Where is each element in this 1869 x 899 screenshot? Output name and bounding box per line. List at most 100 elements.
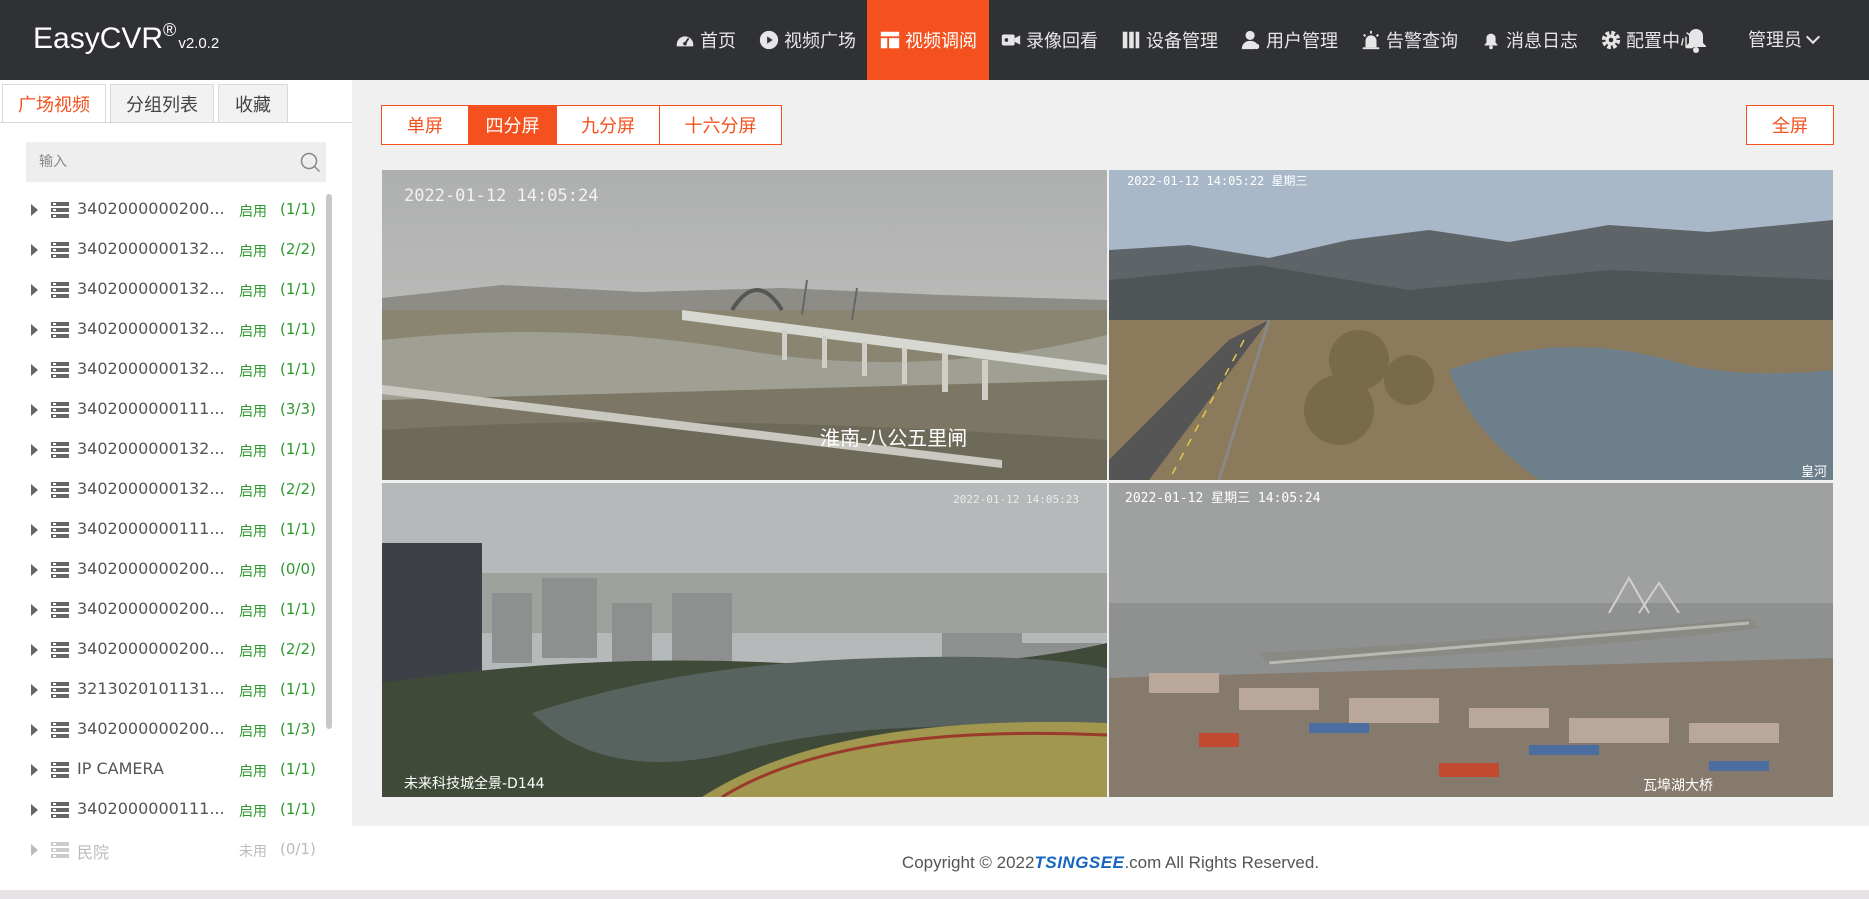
tree-node-status: 启用 — [239, 524, 267, 540]
tab-favorites[interactable]: 收藏 — [218, 84, 288, 122]
tree-node[interactable]: 3213020101131... 启用 (1/1) — [0, 670, 330, 710]
gear-icon — [1601, 30, 1621, 50]
tree-node-count: (1/1) — [280, 800, 316, 818]
video-caption: 瓦埠湖大桥 — [1643, 778, 1713, 794]
split-four-button[interactable]: 四分屏 — [468, 105, 557, 145]
tree-node-count: (2/2) — [280, 240, 316, 258]
tree-node[interactable]: 3402000000200... 启用 (2/2) — [0, 630, 330, 670]
tree-node-count: (0/1) — [280, 840, 316, 858]
caret-right-icon[interactable] — [31, 684, 38, 696]
caret-right-icon[interactable] — [31, 764, 38, 776]
nvr-device-icon — [51, 362, 69, 378]
sidebar: 广场视频 分组列表 收藏 3402000000200...启用(1/1)3402… — [0, 80, 352, 899]
tree-node-label: IP CAMERA — [77, 759, 164, 778]
user-menu[interactable]: 管理员 — [1748, 26, 1821, 52]
tree-node[interactable]: 3402000000200... 启用 (1/1) — [0, 590, 330, 630]
footer-company-logo[interactable]: TSINGSEE — [1034, 853, 1124, 873]
tree-node[interactable]: 3402000000111... 启用 (1/1) — [0, 510, 330, 550]
tree-node-label: 3402000000132... — [77, 359, 225, 378]
split-sixteen-button[interactable]: 十六分屏 — [659, 105, 782, 145]
caret-right-icon[interactable] — [31, 644, 38, 656]
video-player-1[interactable]: 2022-01-12 14:05:24 淮南-八公五里闸 — [382, 170, 1107, 480]
nav-item-message-log[interactable]: 消息日志 — [1469, 0, 1589, 80]
tree-node-count: (1/1) — [280, 440, 316, 458]
tree-node[interactable]: 3402000000132... 启用 (1/1) — [0, 270, 330, 310]
tree-node[interactable]: 3402000000111... 启用 (3/3) — [0, 390, 330, 430]
split-single-button[interactable]: 单屏 — [381, 105, 469, 145]
tree-node-status: 启用 — [239, 564, 267, 580]
nvr-device-icon — [51, 322, 69, 338]
tree-node-status: 启用 — [239, 244, 267, 260]
video-player-4[interactable]: 2022-01-12 星期三 14:05:24 瓦埠湖大桥 — [1109, 483, 1833, 797]
tree-node-label: 3402000000200... — [77, 599, 225, 618]
nvr-device-icon — [51, 402, 69, 418]
tree-node-label: 3402000000111... — [77, 519, 225, 538]
tree-node[interactable]: IP CAMERA 启用 (1/1) — [0, 750, 330, 790]
search-input[interactable] — [39, 154, 289, 170]
tree-node-label: 3402000000132... — [77, 279, 225, 298]
tree-node-count: (2/2) — [280, 480, 316, 498]
tree-node[interactable]: 3402000000200... 启用 (1/3) — [0, 710, 330, 750]
tree-node-count: (3/3) — [280, 400, 316, 418]
tree-node-label: 3402000000111... — [77, 799, 225, 818]
caret-right-icon[interactable] — [31, 484, 38, 496]
tree-node-count: (1/1) — [280, 760, 316, 778]
split-nine-button[interactable]: 九分屏 — [556, 105, 660, 145]
tree-node[interactable]: 3402000000132... 启用 (2/2) — [0, 230, 330, 270]
footer-prefix: Copyright © 2022 — [901, 852, 1035, 872]
nvr-device-icon — [51, 642, 69, 658]
nav-item-alarm-query[interactable]: 告警查询 — [1349, 0, 1469, 80]
tree-node[interactable]: 3402000000200... 启用 (1/1) — [0, 190, 330, 230]
nav-item-video-view[interactable]: 视频调阅 — [867, 0, 989, 80]
tree-node-status: 未用 — [239, 844, 267, 860]
nav-item-video-square[interactable]: 视频广场 — [747, 0, 867, 80]
nav-item-user-mgmt[interactable]: 用户管理 — [1229, 0, 1349, 80]
tree-node[interactable]: 3402000000111... 启用 (1/1) — [0, 790, 330, 830]
notification-bell-icon[interactable] — [1682, 24, 1710, 54]
tree-node[interactable]: 3402000000200... 启用 (0/0) — [0, 550, 330, 590]
nvr-device-icon — [51, 802, 69, 818]
bottom-strip — [0, 890, 1869, 899]
nvr-device-icon — [51, 682, 69, 698]
tab-divider — [0, 122, 352, 123]
brand-version: v2.0.2 — [178, 35, 220, 52]
nav-item-label: 视频广场 — [784, 31, 856, 52]
nav-item-device-mgmt[interactable]: 设备管理 — [1109, 0, 1229, 80]
caret-right-icon[interactable] — [31, 404, 38, 416]
nav-item-label: 用户管理 — [1266, 31, 1338, 52]
nav-item-home[interactable]: 首页 — [663, 0, 747, 80]
tab-group-list[interactable]: 分组列表 — [110, 84, 214, 122]
tree-node-status: 启用 — [239, 204, 267, 220]
caret-right-icon[interactable] — [31, 524, 38, 536]
brand-logo[interactable]: EasyCVR®v2.0.2 — [33, 20, 220, 56]
video-player-3[interactable]: 2022-01-12 14:05:23 未来科技城全景-D144 — [382, 483, 1107, 797]
caret-right-icon[interactable] — [31, 204, 38, 216]
caret-right-icon[interactable] — [31, 604, 38, 616]
tree-node-label: 3402000000200... — [77, 199, 225, 218]
sidebar-scrollbar[interactable] — [326, 194, 332, 729]
caret-right-icon[interactable] — [31, 444, 38, 456]
caret-right-icon[interactable] — [31, 244, 38, 256]
caret-right-icon[interactable] — [31, 804, 38, 816]
tree-node[interactable]: 民院 未用 (0/1) — [0, 830, 330, 870]
tree-node-label: 3402000000132... — [77, 319, 225, 338]
caret-right-icon[interactable] — [31, 724, 38, 736]
caret-right-icon[interactable] — [31, 364, 38, 376]
caret-right-icon[interactable] — [31, 844, 38, 856]
tree-node[interactable]: 3402000000132... 启用 (1/1) — [0, 350, 330, 390]
caret-right-icon[interactable] — [31, 284, 38, 296]
tree-node-status: 启用 — [239, 644, 267, 660]
tree-node[interactable]: 3402000000132... 启用 (1/1) — [0, 310, 330, 350]
tree-node[interactable]: 3402000000132... 启用 (2/2) — [0, 470, 330, 510]
nav-item-playback[interactable]: 录像回看 — [989, 0, 1109, 80]
search-icon[interactable] — [298, 150, 322, 174]
caret-right-icon[interactable] — [31, 324, 38, 336]
video-player-2[interactable]: 2022-01-12 14:05:22 星期三 皇河 — [1109, 170, 1833, 480]
tree-node-label: 3213020101131... — [77, 679, 225, 698]
fullscreen-button[interactable]: 全屏 — [1746, 105, 1834, 145]
tree-node-count: (2/2) — [280, 640, 316, 658]
tree-node[interactable]: 3402000000132... 启用 (1/1) — [0, 430, 330, 470]
tab-square-video[interactable]: 广场视频 — [2, 84, 106, 122]
caret-right-icon[interactable] — [31, 564, 38, 576]
tree-node-count: (1/1) — [280, 360, 316, 378]
